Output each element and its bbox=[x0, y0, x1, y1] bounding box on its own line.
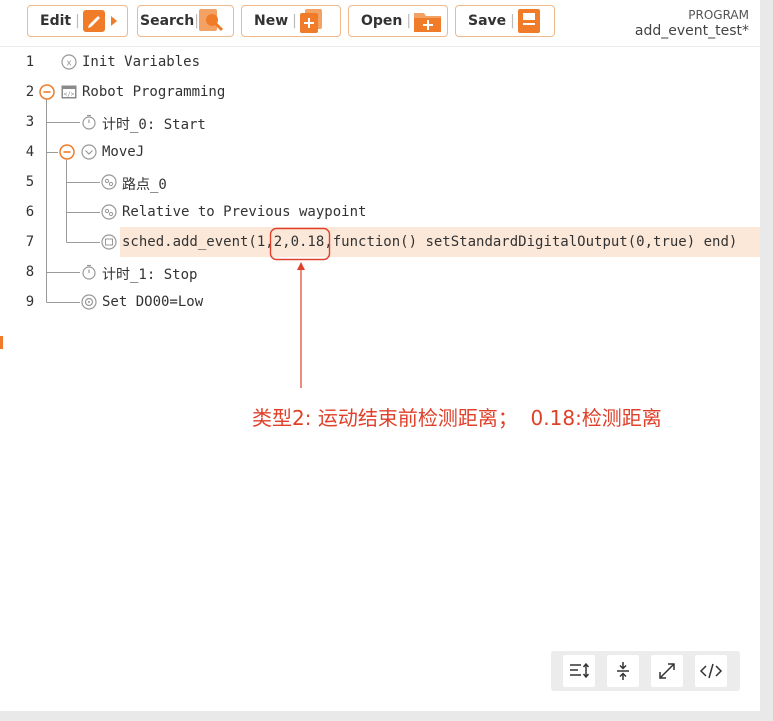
annotation-text: 类型2: 运动结束前检测距离； 0.18:检测距离 bbox=[252, 406, 662, 430]
annotation-arrow-head bbox=[297, 262, 305, 270]
fold-lines-button[interactable] bbox=[563, 655, 595, 687]
collapse-icon bbox=[617, 662, 629, 680]
expand-icon bbox=[659, 663, 675, 679]
annotation-overlay bbox=[269, 227, 331, 388]
program-editor-panel: Edit | Search | New | Open | Save | PROG… bbox=[0, 0, 760, 711]
bottom-toolbar bbox=[551, 651, 740, 691]
fold-lines-icon bbox=[570, 662, 590, 679]
expand-button[interactable] bbox=[651, 655, 683, 687]
collapse-all-button[interactable] bbox=[607, 655, 639, 687]
code-icon bbox=[699, 663, 723, 679]
scroll-marker bbox=[0, 336, 3, 349]
code-view-button[interactable] bbox=[695, 655, 727, 687]
annotation-highlight-box bbox=[269, 227, 331, 261]
